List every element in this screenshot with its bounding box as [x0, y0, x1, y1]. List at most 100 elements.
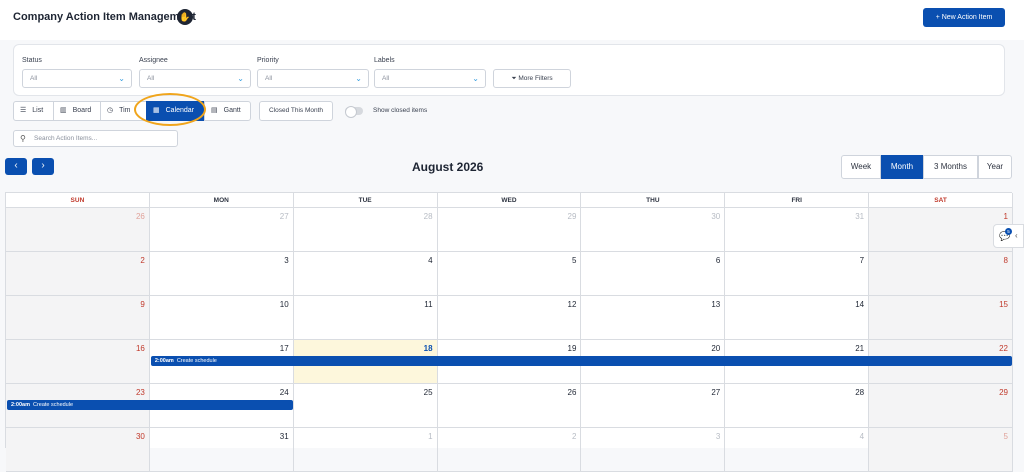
calendar-day-cell[interactable]: 9	[6, 296, 150, 340]
month-title: August 2026	[412, 160, 484, 174]
calendar-day-cell[interactable]: 31	[149, 428, 294, 472]
day-number: 7	[859, 256, 865, 265]
day-number: 21	[855, 344, 865, 353]
calendar-day-cell[interactable]: 16	[6, 340, 150, 384]
day-number: 30	[711, 212, 721, 221]
clock-icon: ◷	[107, 107, 114, 114]
calendar-event[interactable]: 2:00am Create schedule	[7, 400, 293, 410]
filter-panel: Status All ⌄ Assignee All ⌄ Priority All…	[13, 44, 1005, 96]
search-placeholder: Search Action Items...	[34, 135, 98, 142]
calendar-day-cell[interactable]: 27	[581, 384, 726, 428]
calendar-day-cell[interactable]: 5	[437, 252, 582, 296]
calendar-day-cell[interactable]: 13	[581, 296, 726, 340]
labels-label: Labels	[374, 57, 395, 64]
day-number: 9	[140, 300, 145, 309]
calendar-day-cell[interactable]: 3	[149, 252, 294, 296]
prev-month-button[interactable]: ‹	[5, 158, 27, 175]
view-list-button[interactable]: ☰ List	[13, 101, 54, 121]
day-number: 27	[279, 212, 289, 221]
day-of-week-header: WED	[437, 193, 582, 208]
calendar-day-cell[interactable]: 29	[437, 208, 582, 252]
day-of-week-header: TUE	[293, 193, 438, 208]
filter-icon: ⏷	[511, 75, 517, 82]
calendar-day-cell[interactable]: 28	[293, 208, 438, 252]
day-number: 19	[567, 344, 577, 353]
day-number: 27	[711, 388, 721, 397]
day-number: 28	[423, 212, 433, 221]
day-number: 15	[999, 300, 1008, 309]
calendar-day-cell[interactable]: 1	[293, 428, 438, 472]
calendar-day-cell[interactable]: 4	[725, 428, 870, 472]
show-closed-label: Show closed items	[373, 107, 428, 114]
day-number: 28	[855, 388, 865, 397]
calendar-day-cell[interactable]: 1	[869, 208, 1013, 252]
day-of-week-header: SAT	[869, 193, 1013, 208]
calendar-day-cell[interactable]: 30	[581, 208, 726, 252]
search-input[interactable]: ⚲ Search Action Items...	[13, 130, 178, 147]
calendar-day-cell[interactable]: 12	[437, 296, 582, 340]
day-number: 29	[999, 388, 1008, 397]
day-number: 3	[284, 256, 289, 265]
view-gantt-button[interactable]: ▤ Gantt	[204, 101, 251, 121]
side-widget[interactable]: 💬 5 ‹	[993, 224, 1024, 248]
gantt-icon: ▤	[211, 107, 218, 114]
range-3months-button[interactable]: 3 Months	[923, 155, 978, 179]
day-number: 1	[1003, 212, 1008, 221]
assignee-select[interactable]: All ⌄	[139, 69, 251, 88]
day-of-week-header: THU	[581, 193, 726, 208]
day-number: 24	[279, 388, 289, 397]
calendar-day-cell[interactable]: 10	[149, 296, 294, 340]
calendar-grid: SUN MON TUE WED THU FRI SAT 26 27 28 29 30 31 1 2 3 4 5 6 7…	[5, 192, 1013, 472]
calendar-day-cell[interactable]: 2	[6, 252, 150, 296]
view-board-button[interactable]: ▥ Board	[53, 101, 101, 121]
labels-select[interactable]: All ⌄	[374, 69, 486, 88]
priority-select[interactable]: All ⌄	[257, 69, 369, 88]
calendar-day-cell[interactable]: 28	[725, 384, 870, 428]
day-number: 4	[859, 432, 865, 441]
day-number: 31	[279, 432, 289, 441]
calendar-day-cell[interactable]: 26	[6, 208, 150, 252]
range-month-button[interactable]: Month	[881, 155, 923, 179]
notification-badge: 5	[1005, 228, 1012, 235]
day-number: 11	[424, 300, 433, 309]
status-select[interactable]: All ⌄	[22, 69, 132, 88]
day-number: 30	[135, 432, 145, 441]
day-number: 3	[715, 432, 721, 441]
calendar-day-cell[interactable]: 14	[725, 296, 870, 340]
view-list-label: List	[32, 107, 44, 114]
next-month-button[interactable]: ›	[32, 158, 54, 175]
labels-value: All	[382, 75, 390, 82]
calendar-day-cell[interactable]: 29	[869, 384, 1013, 428]
event-time: 2:00am	[11, 402, 30, 408]
calendar-day-cell[interactable]: 4	[293, 252, 438, 296]
range-week-button[interactable]: Week	[841, 155, 881, 179]
calendar-day-cell[interactable]: 5	[869, 428, 1013, 472]
new-action-item-button[interactable]: + New Action Item	[923, 8, 1005, 27]
day-number: 4	[428, 256, 433, 265]
day-number: 18	[423, 344, 433, 353]
calendar-event[interactable]: 2:00am Create schedule	[150, 356, 1012, 366]
calendar-day-cell[interactable]: 8	[869, 252, 1013, 296]
page-title: Company Action Item Management	[13, 11, 196, 23]
calendar-day-cell[interactable]: 30	[6, 428, 150, 472]
view-board-label: Board	[72, 107, 92, 114]
chevron-down-icon: ⌄	[118, 74, 125, 83]
calendar-day-cell[interactable]: 31	[725, 208, 870, 252]
range-year-button[interactable]: Year	[978, 155, 1012, 179]
calendar-day-cell[interactable]: 7	[725, 252, 870, 296]
show-closed-toggle[interactable]	[345, 106, 363, 118]
event-title: Create schedule	[176, 358, 217, 364]
calendar-day-cell[interactable]: 3	[581, 428, 726, 472]
day-number: 26	[567, 388, 577, 397]
calendar-day-cell[interactable]: 2	[437, 428, 582, 472]
calendar-day-cell[interactable]: 25	[293, 384, 438, 428]
board-icon: ▥	[60, 107, 67, 114]
closed-this-month-button[interactable]: Closed This Month	[259, 101, 333, 121]
calendar-day-cell[interactable]: 26	[437, 384, 582, 428]
calendar-day-cell[interactable]: 6	[581, 252, 726, 296]
calendar-day-cell[interactable]: 15	[869, 296, 1013, 340]
calendar-day-cell[interactable]: 11	[293, 296, 438, 340]
more-filters-button[interactable]: ⏷ More Filters	[493, 69, 571, 88]
calendar-day-cell[interactable]: 27	[149, 208, 294, 252]
assignee-value: All	[147, 75, 155, 82]
